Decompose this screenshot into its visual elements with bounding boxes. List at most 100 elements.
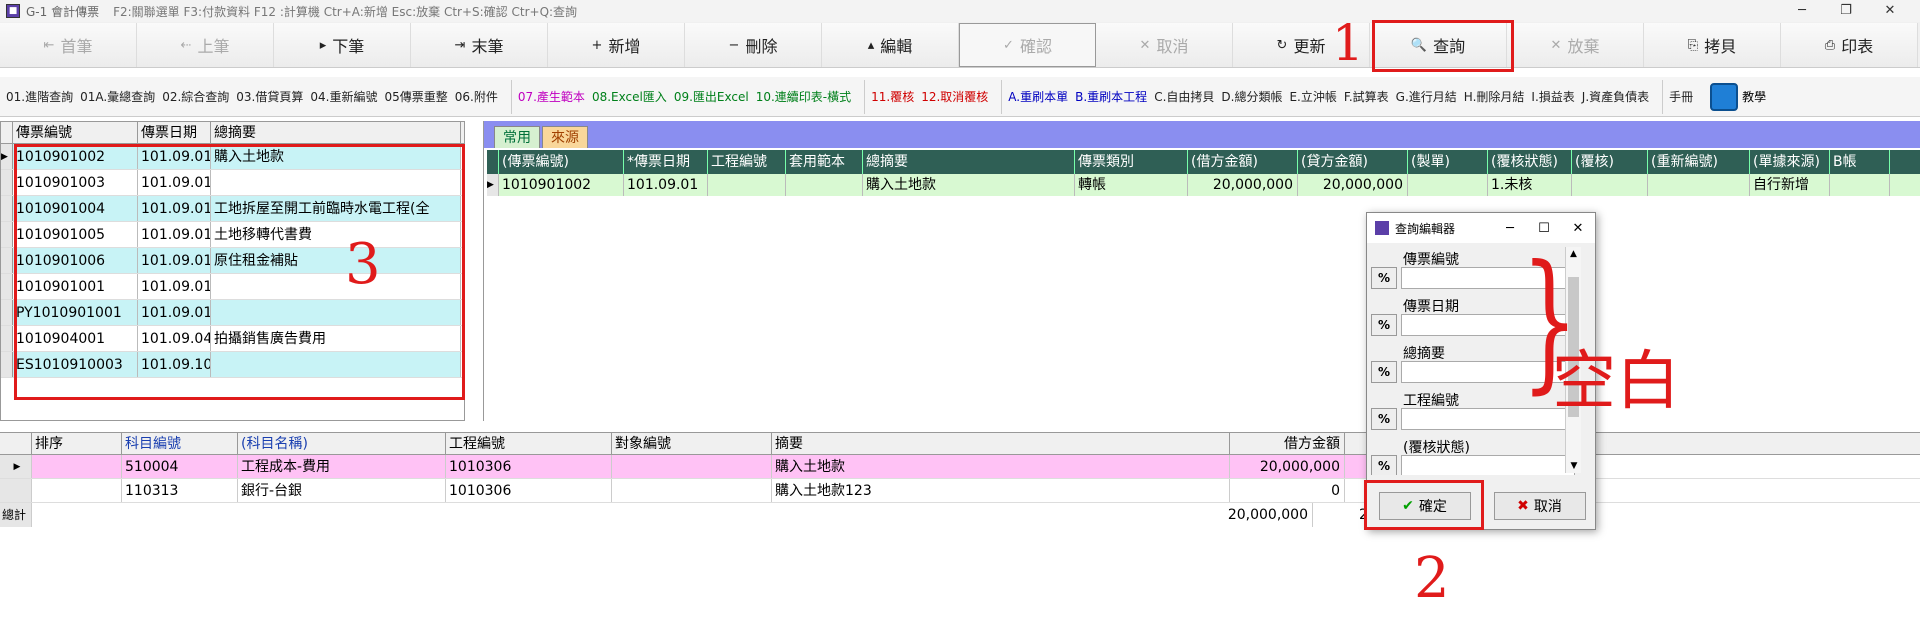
table-cell: 轉帳	[1075, 174, 1188, 196]
toolbar-label: 放棄	[1567, 37, 1600, 56]
column-header[interactable]: 套用範本	[786, 150, 863, 174]
toolbar-edit-button[interactable]: ▴ 編輯	[822, 23, 959, 67]
learn-button[interactable]: 教學	[1710, 82, 1773, 111]
column-header[interactable]: 排序	[32, 433, 122, 454]
menu-item[interactable]: 01.進階查詢	[6, 88, 73, 105]
function-menu: 01.進階查詢 01A.彙總查詢 02.綜合查詢 03.借貸頁算 04.重新編號 05傳票…	[0, 77, 1920, 117]
menu-item[interactable]: 05傳票重整	[384, 88, 447, 105]
maximize-button[interactable]: ❐	[1824, 0, 1868, 22]
menu-item[interactable]: F.試算表	[1344, 88, 1389, 105]
column-header[interactable]: 傳票類別	[1075, 150, 1188, 174]
scroll-down-icon[interactable]: ▼	[1566, 459, 1582, 473]
toolbar-confirm-button[interactable]: ✓ 確認	[959, 23, 1096, 67]
toolbar-cancel-button[interactable]: ✕ 取消	[1096, 23, 1233, 67]
table-cell	[786, 174, 863, 196]
title-bar: ■ G-1 會計傳票 F2:關聯選單 F3:付款資料 F12 :計算機 Ctr+…	[0, 0, 1920, 22]
tab-source[interactable]: 來源	[542, 126, 588, 148]
column-header[interactable]: *傳票日期	[624, 150, 708, 174]
menu-item[interactable]: B.重刷本工程	[1075, 88, 1147, 105]
column-header[interactable]: 工程編號	[446, 433, 612, 454]
column-header[interactable]: 對象編號	[612, 433, 772, 454]
menu-item[interactable]: 11.覆核	[871, 88, 914, 105]
close-button[interactable]: ✕	[1868, 0, 1912, 22]
menu-item[interactable]: 02.綜合查詢	[162, 88, 229, 105]
column-header[interactable]: (傳票編號)	[499, 150, 624, 174]
column-header[interactable]: (覆核狀態)	[1488, 150, 1572, 174]
column-header[interactable]: 總摘要	[863, 150, 1075, 174]
row-indicator	[1, 196, 13, 221]
menu-item[interactable]: 03.借貸頁算	[236, 88, 303, 105]
menu-item[interactable]: J.資產負債表	[1582, 88, 1649, 105]
annotation-box-ok	[1364, 480, 1484, 530]
table-cell	[1830, 174, 1890, 196]
wildcard-button[interactable]: %	[1371, 455, 1397, 475]
toolbar-add-button[interactable]: + 新增	[548, 23, 685, 67]
toolbar-next-button[interactable]: ▸ 下筆	[274, 23, 411, 67]
discard-icon: ✕	[1550, 37, 1562, 53]
menu-item[interactable]: 08.Excel匯入	[592, 88, 667, 105]
row-indicator	[1, 222, 13, 247]
table-row[interactable]: ▶ 510004 工程成本-費用 1010306 購入土地款 20,000,000	[0, 455, 1920, 479]
dialog-cancel-button[interactable]: ✖ 取消	[1493, 492, 1586, 520]
toolbar-prev-button[interactable]: ⇠ 上筆	[137, 23, 274, 67]
menu-item[interactable]: C.自由拷貝	[1154, 88, 1214, 105]
menu-item[interactable]: 04.重新編號	[310, 88, 377, 105]
column-header[interactable]: (覆核)	[1572, 150, 1648, 174]
wildcard-button[interactable]: %	[1371, 361, 1397, 383]
toolbar-delete-button[interactable]: − 刪除	[685, 23, 822, 67]
menu-item[interactable]: G.進行月結	[1396, 88, 1457, 105]
table-row[interactable]: ▶ 1010901002 101.09.01 購入土地款 轉帳 20,000,000 20,…	[487, 174, 1920, 196]
header-voucher-no[interactable]: 傳票編號	[13, 122, 138, 143]
query-input[interactable]	[1401, 455, 1575, 475]
menu-item[interactable]: 10.連續印表-橫式	[756, 88, 851, 105]
menu-item[interactable]: H.刪除月結	[1464, 88, 1525, 105]
wildcard-button[interactable]: %	[1371, 267, 1397, 289]
menu-item[interactable]: A.重刷本單	[1008, 88, 1068, 105]
menu-item[interactable]: E.立沖帳	[1289, 88, 1336, 105]
wildcard-button[interactable]: %	[1371, 408, 1397, 430]
toolbar-print-button[interactable]: ⎙ 印表	[1781, 23, 1918, 67]
column-header[interactable]: 工程編號	[708, 150, 786, 174]
total-debit: 20,000,000	[1198, 503, 1313, 527]
toolbar-copy-button[interactable]: ⎘ 拷貝	[1644, 23, 1781, 67]
column-header[interactable]: (貸方金額)	[1298, 150, 1408, 174]
menu-manual[interactable]: 手冊	[1669, 88, 1693, 105]
toolbar-first-button[interactable]: ⇤ 首筆	[0, 23, 137, 67]
column-header[interactable]: (重新編號)	[1648, 150, 1750, 174]
column-header[interactable]: 借方金額	[1230, 433, 1345, 454]
table-cell	[612, 455, 772, 478]
minimize-button[interactable]: ─	[1780, 0, 1824, 22]
toolbar-label: 首筆	[60, 37, 93, 56]
menu-item[interactable]: 01A.彙總查詢	[80, 88, 155, 105]
header-voucher-date[interactable]: 傳票日期	[138, 122, 211, 143]
query-input[interactable]	[1401, 408, 1575, 430]
menu-item[interactable]: D.總分類帳	[1221, 88, 1282, 105]
menu-item[interactable]: 09.匯出Excel	[674, 88, 749, 105]
tab-common[interactable]: 常用	[494, 126, 540, 148]
menu-item[interactable]: 06.附件	[455, 88, 498, 105]
column-header[interactable]: 科目編號	[122, 433, 238, 454]
header-summary[interactable]: 總摘要	[211, 122, 461, 143]
annotation-box-voucher-list	[14, 144, 465, 400]
delete-icon: −	[728, 37, 740, 53]
column-header[interactable]: (製單)	[1408, 150, 1488, 174]
print-icon: ⎙	[1824, 37, 1836, 53]
table-row[interactable]: 110313銀行-台銀1010306購入土地款123020,000	[0, 479, 1920, 503]
confirm-icon: ✓	[1003, 37, 1014, 53]
menu-item[interactable]: 12.取消覆核	[921, 88, 988, 105]
refresh-icon: ↻	[1276, 37, 1288, 53]
column-header[interactable]: (單據來源)	[1750, 150, 1830, 174]
toolbar-last-button[interactable]: ⇥ 末筆	[411, 23, 548, 67]
menu-item[interactable]: I.損益表	[1531, 88, 1574, 105]
toolbar-discard-button[interactable]: ✕ 放棄	[1507, 23, 1644, 67]
annotation-box-query	[1372, 20, 1514, 72]
table-cell: 20,000,000	[1188, 174, 1298, 196]
column-header[interactable]: 摘要	[772, 433, 1230, 454]
row-indicator	[0, 479, 32, 502]
menu-generate-template[interactable]: 07.產生範本	[518, 88, 585, 105]
column-header[interactable]: (借方金額)	[1188, 150, 1298, 174]
table-cell: 20,000,000	[1298, 174, 1408, 196]
column-header[interactable]: B帳	[1830, 150, 1890, 174]
column-header[interactable]: (科目名稱)	[238, 433, 446, 454]
wildcard-button[interactable]: %	[1371, 314, 1397, 336]
